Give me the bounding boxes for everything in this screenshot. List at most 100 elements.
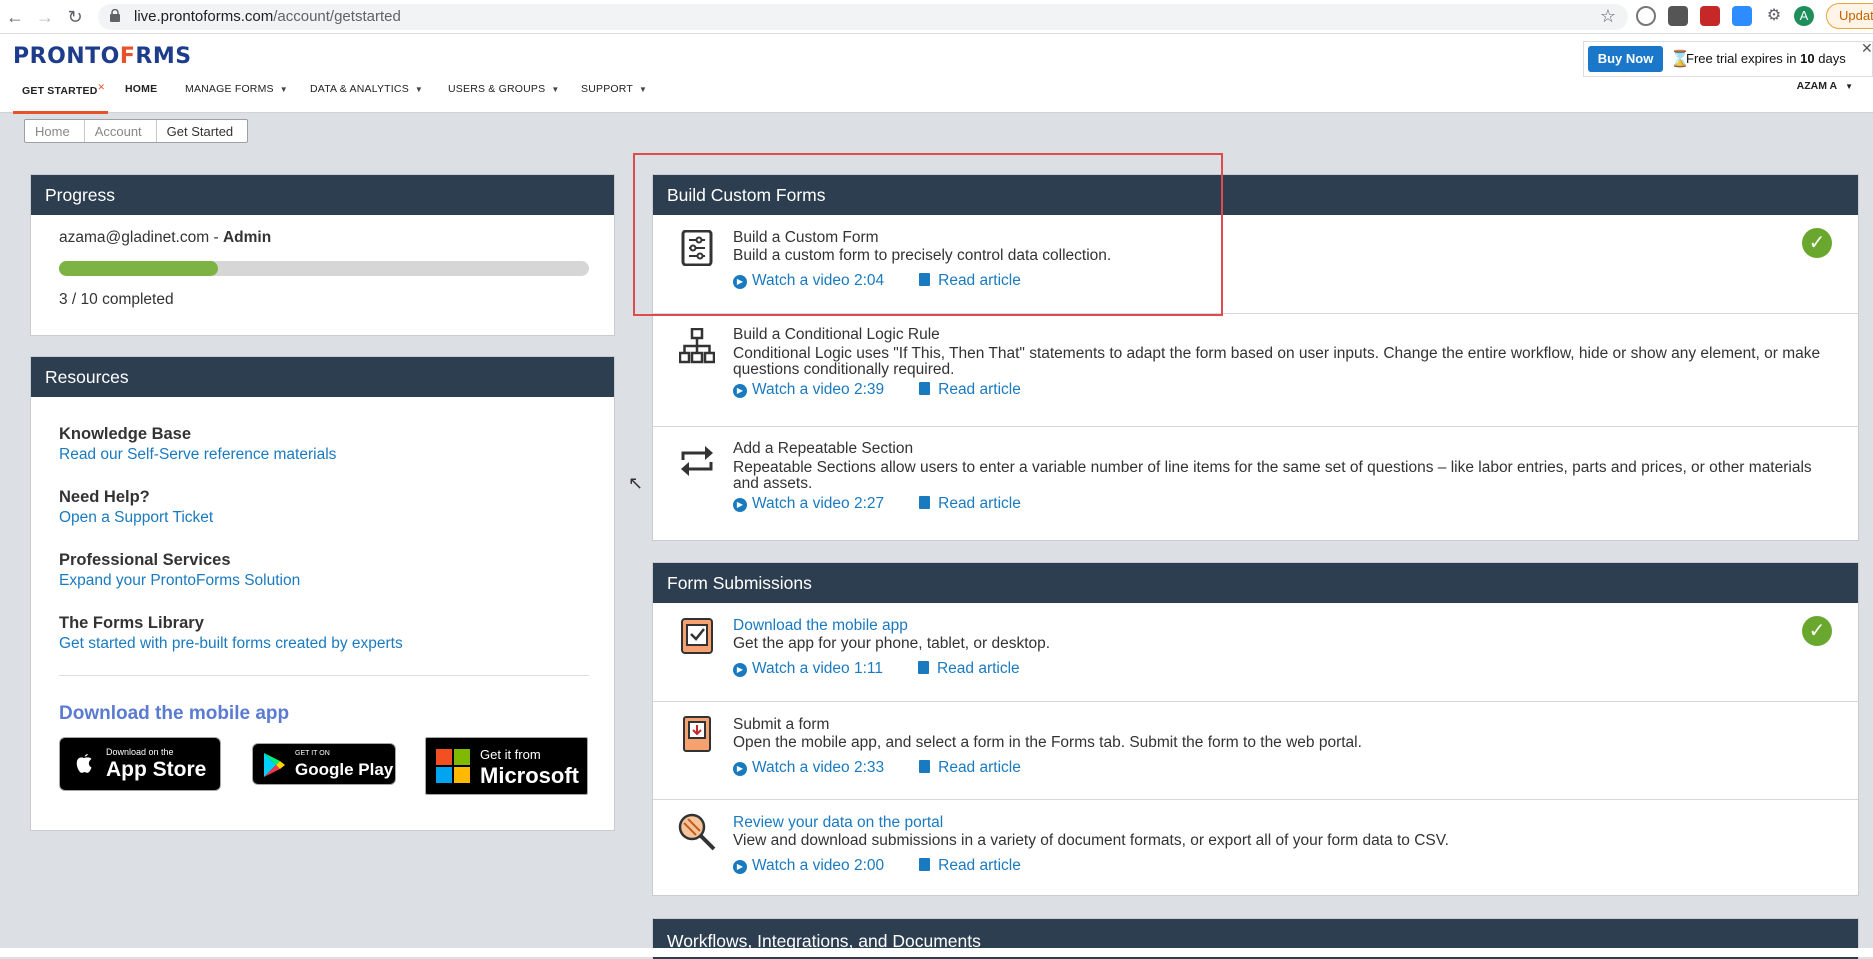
book-icon [919, 496, 931, 509]
app-store-badge[interactable]: Download on the App Store [59, 737, 221, 791]
task-links: ▶ Watch a video 1:11 Read article [733, 660, 1020, 678]
task-links: ▶ Watch a video 2:00 Read article [733, 857, 1021, 875]
bookmark-star-icon[interactable]: ☆ [1600, 6, 1616, 27]
read-article-link[interactable]: Read article [938, 759, 1021, 776]
nav-data-analytics[interactable]: DATA & ANALYTICS ▼ [310, 83, 423, 95]
caret-down-icon: ▼ [551, 85, 560, 94]
completed-check-icon: ✓ [1802, 616, 1832, 646]
read-article-link[interactable]: Read article [937, 660, 1020, 677]
zoom-extension-icon[interactable] [1732, 6, 1752, 26]
puzzle-extensions-icon[interactable]: ⚙ [1764, 6, 1784, 26]
mobile-app-icon [681, 618, 713, 654]
resource-item: Need Help? Open a Support Ticket [59, 488, 213, 527]
book-icon [919, 760, 931, 773]
extension-icon[interactable] [1668, 6, 1688, 26]
download-app-heading: Download the mobile app [59, 703, 290, 724]
highlight-box [633, 153, 1223, 316]
extension-icon[interactable] [1700, 6, 1720, 26]
google-play-icon [264, 753, 285, 777]
logic-tree-icon [679, 328, 715, 364]
play-icon: ▶ [733, 762, 747, 776]
resource-link[interactable]: Open a Support Ticket [59, 509, 213, 527]
caret-down-icon: ▼ [279, 85, 288, 94]
nav-manage-forms[interactable]: MANAGE FORMS ▼ [185, 83, 288, 95]
mouse-cursor-icon: ↖ [628, 473, 644, 493]
task-links: ▶ Watch a video 2:39 Read article [733, 381, 1021, 399]
task-links: ▶ Watch a video 2:27 Read article [733, 495, 1021, 513]
nav-active-indicator [13, 111, 108, 114]
progress-panel: Progress azama@gladinet.com - Admin 3 / … [30, 174, 615, 336]
breadcrumb-home[interactable]: Home [25, 120, 84, 142]
repeat-icon [681, 446, 713, 476]
buy-now-button[interactable]: Buy Now [1588, 46, 1663, 72]
task-description: Conditional Logic uses "If This, Then Th… [733, 345, 1821, 378]
play-icon: ▶ [733, 860, 747, 874]
completed-check-icon: ✓ [1802, 228, 1832, 258]
watch-video-link[interactable]: ▶ Watch a video 2:27 [733, 495, 884, 512]
task-title-link[interactable]: Review your data on the portal [733, 814, 943, 832]
back-icon[interactable]: ← [4, 6, 26, 28]
read-article-link[interactable]: Read article [938, 381, 1021, 398]
task-item: Add a Repeatable Section Repeatable Sect… [653, 426, 1858, 540]
task-description: View and download submissions in a varie… [733, 832, 1449, 849]
resources-panel: Resources Knowledge Base Read our Self-S… [30, 356, 615, 831]
submit-form-icon [683, 716, 711, 752]
breadcrumb: Home Account Get Started [24, 119, 249, 143]
watch-video-link[interactable]: ▶ Watch a video 1:11 [733, 660, 883, 677]
watch-video-link[interactable]: ▶ Watch a video 2:33 [733, 759, 884, 776]
progress-bar-fill [59, 261, 218, 276]
prontoforms-logo[interactable]: PRONTOFRMS [13, 44, 192, 69]
read-article-link[interactable]: Read article [938, 495, 1021, 512]
task-item: Download the mobile app Get the app for … [653, 603, 1858, 701]
task-title-link[interactable]: Download the mobile app [733, 617, 908, 635]
nav-home[interactable]: HOME [125, 83, 157, 95]
progress-user: azama@gladinet.com - Admin [59, 229, 272, 246]
caret-down-icon: ▼ [1845, 82, 1853, 91]
caret-down-icon: ▼ [414, 85, 424, 94]
resource-title: Need Help? [59, 488, 150, 506]
close-trial-icon[interactable]: ✕ [1861, 40, 1873, 57]
form-submissions-panel: Form Submissions Download the mobile app… [652, 562, 1859, 896]
resource-title: Professional Services [59, 551, 231, 569]
reload-icon[interactable]: ↻ [64, 6, 86, 28]
nav-support[interactable]: SUPPORT ▼ [581, 83, 647, 95]
forward-icon[interactable]: → [34, 6, 56, 28]
magnifier-icon [678, 813, 716, 851]
panel-title: Form Submissions [653, 563, 1858, 603]
task-description: Repeatable Sections allow users to enter… [733, 459, 1812, 492]
book-icon [919, 382, 931, 395]
resource-item: Knowledge Base Read our Self-Serve refer… [59, 425, 336, 464]
google-play-badge[interactable]: GET IT ON Google Play [252, 743, 396, 785]
trial-banner: Buy Now ⌛ Free trial expires in 10 days [1583, 41, 1873, 77]
read-article-link[interactable]: Read article [938, 857, 1021, 874]
profile-avatar[interactable]: A [1794, 6, 1814, 26]
divider [59, 675, 589, 676]
watch-video-link[interactable]: ▶ Watch a video 2:39 [733, 381, 884, 398]
resource-link[interactable]: Expand your ProntoForms Solution [59, 572, 300, 590]
microsoft-logo-icon [436, 749, 470, 783]
user-menu[interactable]: AZAM A ▼ [1797, 80, 1853, 92]
panel-title: Resources [31, 357, 614, 397]
resource-item: Professional Services Expand your Pronto… [59, 551, 300, 590]
task-description: Get the app for your phone, tablet, or d… [733, 635, 1051, 652]
resource-link[interactable]: Read our Self-Serve reference materials [59, 446, 336, 464]
resource-title: Knowledge Base [59, 425, 192, 443]
app-header: PRONTOFRMS Buy Now ⌛ Free trial expires … [0, 34, 1873, 114]
browser-update-button[interactable]: Update [1826, 3, 1873, 29]
nav-get-started[interactable]: GET STARTED✕ [22, 82, 105, 97]
task-item: Review your data on the portal View and … [653, 799, 1858, 895]
extension-icon[interactable] [1636, 6, 1656, 26]
browser-toolbar: ← → ↻ live.prontoforms.com/account/getst… [0, 0, 1873, 34]
caret-down-icon: ▼ [638, 85, 648, 94]
nav-users-groups[interactable]: USERS & GROUPS ▼ [448, 83, 559, 95]
task-links: ▶ Watch a video 2:33 Read article [733, 759, 1021, 777]
microsoft-badge[interactable]: Get it from Microsoft [425, 737, 588, 795]
address-bar[interactable]: live.prontoforms.com/account/getstarted … [98, 4, 1628, 30]
task-title: Submit a form [733, 716, 830, 733]
breadcrumb-account[interactable]: Account [83, 120, 156, 142]
task-title: Add a Repeatable Section [733, 440, 914, 457]
play-icon: ▶ [733, 663, 747, 677]
book-icon [919, 858, 931, 871]
watch-video-link[interactable]: ▶ Watch a video 2:00 [733, 857, 884, 874]
resource-link[interactable]: Get started with pre-built forms created… [59, 635, 403, 653]
